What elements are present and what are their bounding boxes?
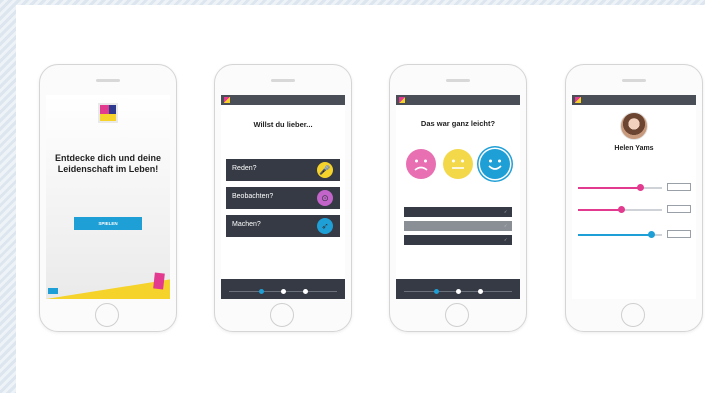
phone-start-screen: Entdecke dich und deine Leidenschaft im … — [39, 64, 177, 332]
decor-yellow-shape — [46, 279, 170, 299]
decor-pink-shape — [153, 272, 165, 290]
progress-dot-active — [434, 289, 439, 294]
phone-home-button — [95, 303, 119, 327]
question-title: Willst du lieber... — [253, 120, 313, 129]
header-logo-icon — [399, 97, 405, 103]
question-screen: Willst du lieber... Reden? 🎤 Beobachten?… — [221, 95, 345, 299]
decor-blue-shape — [48, 288, 58, 294]
progress-dot — [456, 289, 461, 294]
profile-screen: Helen Yams — [572, 95, 696, 299]
phone-question-screen: Willst du lieber... Reden? 🎤 Beobachten?… — [214, 64, 352, 332]
answer-option[interactable]: ✓ — [404, 235, 512, 245]
app-header-bar — [221, 95, 345, 105]
slider-thumb[interactable] — [618, 206, 626, 213]
progress-bar — [396, 279, 520, 299]
slider-fill — [578, 187, 641, 189]
header-logo-icon — [575, 97, 581, 103]
profile-slider-1[interactable] — [578, 184, 662, 191]
choice-beobachten[interactable]: Beobachten? ⊙ — [226, 187, 340, 209]
check-icon: ✓ — [504, 237, 508, 242]
check-icon: ✓ — [504, 209, 508, 214]
rating-screen: Das war ganz leicht? ✓ ✓ ✓ — [396, 95, 520, 299]
slider-value-box — [667, 230, 691, 238]
choice-label: Reden? — [232, 165, 257, 172]
slider-value-box — [667, 183, 691, 191]
phone-speaker — [446, 79, 470, 82]
start-screen: Entdecke dich und deine Leidenschaft im … — [46, 95, 170, 299]
rocket-icon: ➶ — [317, 218, 333, 234]
microphone-icon: 🎤 — [317, 162, 333, 178]
slider-thumb[interactable] — [648, 231, 656, 238]
play-button[interactable]: SPIELEN — [74, 217, 142, 230]
sad-face-icon[interactable] — [406, 149, 436, 179]
rating-title: Das war ganz leicht? — [420, 119, 496, 128]
phone-home-button — [270, 303, 294, 327]
answer-option-selected[interactable]: ✓ — [404, 221, 512, 231]
phone-speaker — [96, 79, 120, 82]
phone-rating-screen: Das war ganz leicht? ✓ ✓ ✓ — [389, 64, 527, 332]
phone-home-button — [621, 303, 645, 327]
progress-dot — [478, 289, 483, 294]
phone-speaker — [271, 79, 295, 82]
phone-home-button — [445, 303, 469, 327]
answer-option[interactable]: ✓ — [404, 207, 512, 217]
header-logo-icon — [224, 97, 230, 103]
progress-bar — [221, 279, 345, 299]
progress-dot — [303, 289, 308, 294]
phone-profile-screen: Helen Yams — [565, 64, 703, 332]
choice-machen[interactable]: Machen? ➶ — [226, 215, 340, 237]
app-header-bar — [396, 95, 520, 105]
happy-face-icon[interactable] — [480, 149, 510, 179]
app-header-bar — [572, 95, 696, 105]
profile-slider-2[interactable] — [578, 206, 662, 213]
slider-value-box — [667, 205, 691, 213]
avatar — [620, 112, 648, 140]
choice-label: Machen? — [232, 221, 261, 228]
neutral-face-icon[interactable] — [443, 149, 473, 179]
background-stripe-left — [0, 0, 16, 393]
choice-reden[interactable]: Reden? 🎤 — [226, 159, 340, 181]
slider-thumb[interactable] — [636, 184, 644, 191]
phone-speaker — [622, 79, 646, 82]
binoculars-icon: ⊙ — [317, 190, 333, 206]
profile-name: Helen Yams — [614, 145, 654, 152]
check-icon: ✓ — [504, 223, 508, 228]
slider-fill — [578, 234, 652, 236]
start-headline: Entdecke dich und deine Leidenschaft im … — [54, 153, 162, 174]
progress-dot-active — [259, 289, 264, 294]
app-logo — [98, 103, 118, 123]
progress-dot — [281, 289, 286, 294]
background-stripe-top — [0, 0, 705, 5]
slider-fill — [578, 209, 622, 211]
profile-slider-3[interactable] — [578, 231, 662, 238]
choice-label: Beobachten? — [232, 193, 274, 200]
